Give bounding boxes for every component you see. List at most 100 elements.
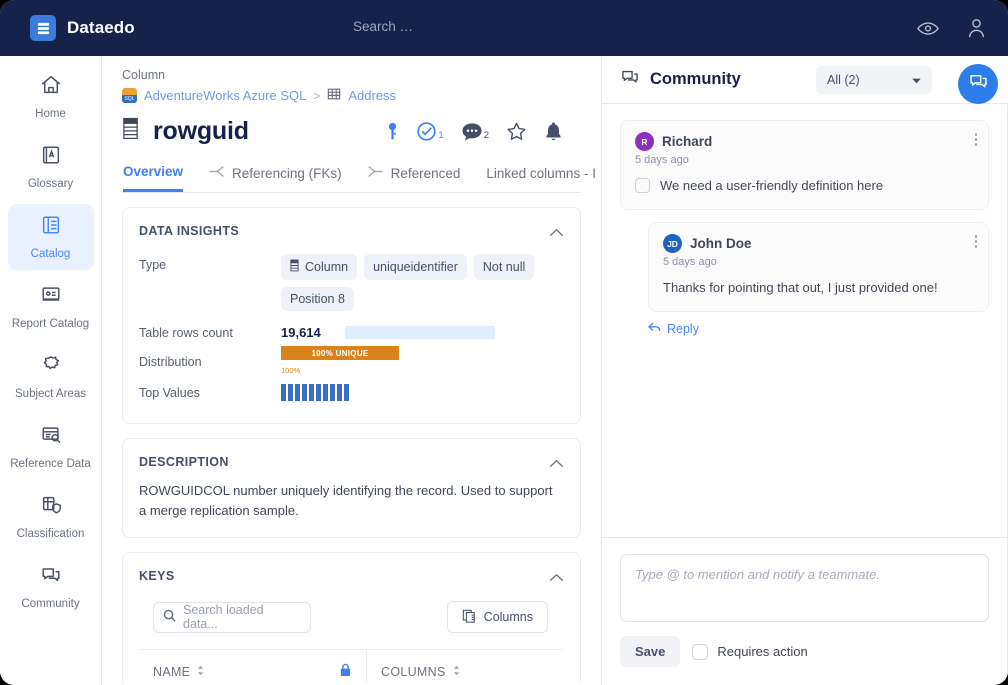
tab-referenced[interactable]: Referenced	[368, 165, 461, 191]
star-icon[interactable]	[506, 121, 527, 142]
main-content: Column AdventureWorks Azure SQL > Addres…	[102, 56, 602, 685]
sidebar-item-label: Community	[21, 597, 79, 611]
comment-badge-count: 2	[484, 130, 489, 142]
sidebar-item-glossary[interactable]: Glossary	[8, 134, 94, 200]
comment-input[interactable]: Type @ to mention and notify a teammate.	[620, 554, 989, 622]
description-text: ROWGUIDCOL number uniquely identifying t…	[139, 481, 562, 521]
type-label: Type	[139, 254, 281, 311]
lock-icon[interactable]	[339, 663, 352, 680]
key-icon[interactable]	[386, 122, 399, 142]
keys-search-placeholder: Search loaded data...	[183, 603, 301, 631]
tab-label: Linked columns - I	[486, 166, 596, 181]
save-button[interactable]: Save	[620, 636, 680, 667]
sidebar-item-subject-areas[interactable]: Subject Areas	[8, 344, 94, 410]
sidebar-item-label: Home	[35, 107, 66, 121]
comment-checkbox[interactable]	[635, 178, 650, 193]
composer-actions: Save Requires action	[620, 636, 989, 667]
sidebar-item-home[interactable]: Home	[8, 64, 94, 130]
caret-down-icon	[912, 73, 921, 87]
home-icon	[40, 74, 62, 101]
reply-label: Reply	[667, 322, 699, 336]
type-chip[interactable]: Not null	[474, 254, 534, 280]
keys-column-header-name[interactable]: NAME	[139, 650, 367, 683]
top-values-chart	[281, 384, 349, 401]
comment-author: John Doe	[690, 236, 752, 251]
keys-column-header-columns[interactable]: COLUMNS	[367, 650, 562, 683]
tab-referencing-fks[interactable]: Referencing (FKs)	[209, 165, 342, 191]
sidebar-item-label: Catalog	[31, 247, 71, 261]
data-insights-title: DATA INSIGHTS	[139, 224, 562, 238]
type-chip[interactable]: Position 8	[281, 287, 354, 311]
type-chip[interactable]: uniqueidentifier	[364, 254, 467, 280]
columns-button[interactable]: Columns	[447, 601, 548, 633]
brand[interactable]: Dataedo	[0, 15, 135, 41]
type-chip[interactable]: Column	[281, 254, 357, 280]
table-rows-count-label: Table rows count	[139, 326, 281, 340]
column-icon	[122, 117, 139, 145]
reply-button[interactable]: Reply	[648, 322, 989, 336]
comment-item: R Richard 5 days ago We need a user-frie…	[620, 120, 989, 210]
chevron-up-icon[interactable]	[549, 569, 564, 587]
type-row: Type Column uniqueidentifier Not null Po…	[139, 254, 562, 311]
column-icon	[290, 259, 299, 275]
avatar: R	[635, 132, 654, 151]
top-bar-actions	[917, 0, 986, 56]
distribution-sub-label: 100%	[281, 366, 300, 375]
kebab-menu-icon[interactable]	[975, 235, 978, 250]
chip-label: Column	[305, 260, 348, 274]
comment-header: JD John Doe	[663, 234, 974, 253]
sort-icon[interactable]	[196, 665, 205, 679]
requires-action-label: Requires action	[717, 644, 807, 659]
comment-icon[interactable]: 2	[461, 122, 489, 142]
fk-out-icon	[209, 165, 224, 181]
kebab-menu-icon[interactable]	[975, 133, 978, 148]
comment-timestamp: 5 days ago	[635, 154, 974, 166]
sidebar-item-classification[interactable]: Classification	[8, 484, 94, 550]
open-community-chat-button[interactable]	[958, 64, 998, 104]
reply-arrow-icon	[648, 322, 661, 336]
keys-search-input[interactable]: Search loaded data...	[153, 602, 311, 633]
requires-action-checkbox[interactable]	[692, 644, 708, 660]
chip-label: uniqueidentifier	[373, 260, 458, 274]
community-comment-list: R Richard 5 days ago We need a user-frie…	[602, 104, 1008, 537]
table-grid-icon	[327, 87, 341, 104]
keys-title: KEYS	[139, 569, 562, 583]
app-shell: Home Glossary Catalog Report Catalog	[0, 56, 1008, 685]
community-panel: Community All (2) R Ri	[602, 56, 1008, 685]
keys-column-label: COLUMNS	[381, 665, 446, 679]
chip-label: Not null	[483, 260, 525, 274]
columns-button-label: Columns	[484, 610, 533, 624]
distribution-bar-label: 100% UNIQUE	[281, 346, 399, 360]
comment-text: Thanks for pointing that out, I just pro…	[663, 277, 938, 298]
classification-shield-icon	[40, 494, 62, 521]
chip-label: Position 8	[290, 292, 345, 306]
community-filter-dropdown[interactable]: All (2)	[816, 66, 932, 94]
sort-icon[interactable]	[452, 665, 461, 679]
user-icon[interactable]	[967, 18, 986, 38]
sidebar-item-reference-data[interactable]: Reference Data	[8, 414, 94, 480]
chevron-up-icon[interactable]	[549, 455, 564, 473]
description-card: DESCRIPTION ROWGUIDCOL number uniquely i…	[122, 438, 581, 538]
bell-icon[interactable]	[544, 121, 563, 142]
keys-card: KEYS Search loaded data...	[122, 552, 581, 683]
content-header: Column AdventureWorks Azure SQL > Addres…	[102, 56, 601, 193]
global-search-input[interactable]: Search …	[353, 19, 413, 34]
breadcrumb-item-table[interactable]: Address	[348, 88, 396, 103]
table-rows-count-value: 19,614	[281, 325, 345, 340]
distribution-row: Distribution 100% UNIQUE 100%	[139, 346, 562, 378]
sidebar-item-catalog[interactable]: Catalog	[8, 204, 94, 270]
eye-icon[interactable]	[917, 21, 939, 36]
chevron-up-icon[interactable]	[549, 224, 564, 242]
sql-database-icon	[122, 88, 137, 103]
sidebar-item-community[interactable]: Community	[8, 554, 94, 620]
sidebar-item-label: Glossary	[28, 177, 73, 191]
tab-label: Referencing (FKs)	[232, 166, 342, 181]
sidebar-item-report-catalog[interactable]: Report Catalog	[8, 274, 94, 340]
community-chat-icon	[620, 67, 640, 92]
tab-linked-columns[interactable]: Linked columns - I	[486, 166, 596, 191]
check-circle-icon[interactable]: 1	[416, 121, 443, 142]
breadcrumb-item-database[interactable]: AdventureWorks Azure SQL	[144, 88, 306, 103]
tab-overview[interactable]: Overview	[123, 164, 183, 192]
report-presentation-icon	[40, 284, 62, 311]
sidebar-item-label: Report Catalog	[12, 317, 89, 331]
